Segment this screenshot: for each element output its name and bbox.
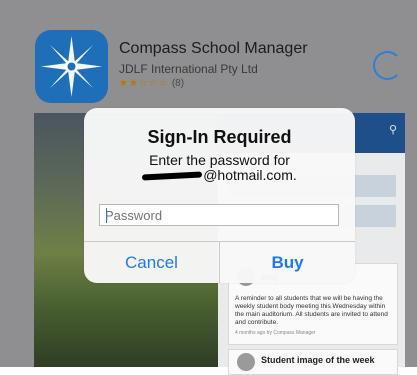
avatar: [237, 353, 255, 371]
news-card-title: Student image of the week: [261, 355, 375, 365]
app-icon: [35, 30, 108, 103]
news-card-text: A reminder to all students that we will …: [235, 295, 388, 326]
alert-email-domain: @hotmail.com.: [203, 167, 297, 183]
password-field[interactable]: [99, 204, 339, 226]
alert-message: Enter the password for: [149, 152, 290, 168]
rating-count: (8): [171, 78, 185, 89]
cancel-button[interactable]: Cancel: [84, 242, 219, 283]
app-name: Compass School Manager: [119, 40, 308, 57]
redaction-mark: [142, 171, 203, 181]
download-progress-icon[interactable]: [373, 51, 402, 80]
news-card-meta: 4 months ago by Compass Manager: [235, 330, 316, 336]
alert-title: Sign-In Required: [147, 127, 292, 147]
rating: ★★☆☆☆ (8): [119, 78, 184, 89]
alert-email: @hotmail.com.: [84, 167, 355, 183]
rating-stars-icon: ★★☆☆☆: [119, 78, 169, 89]
compass-icon: [41, 36, 102, 97]
news-card: Student image of the week: [228, 349, 398, 375]
text-cursor: [106, 208, 107, 223]
developer-name[interactable]: JDLF International Pty Ltd: [119, 62, 258, 76]
buy-button[interactable]: Buy: [220, 242, 355, 283]
search-icon: ⚲: [388, 124, 397, 136]
sign-in-alert: Sign-In Required Enter the password for …: [84, 108, 355, 283]
